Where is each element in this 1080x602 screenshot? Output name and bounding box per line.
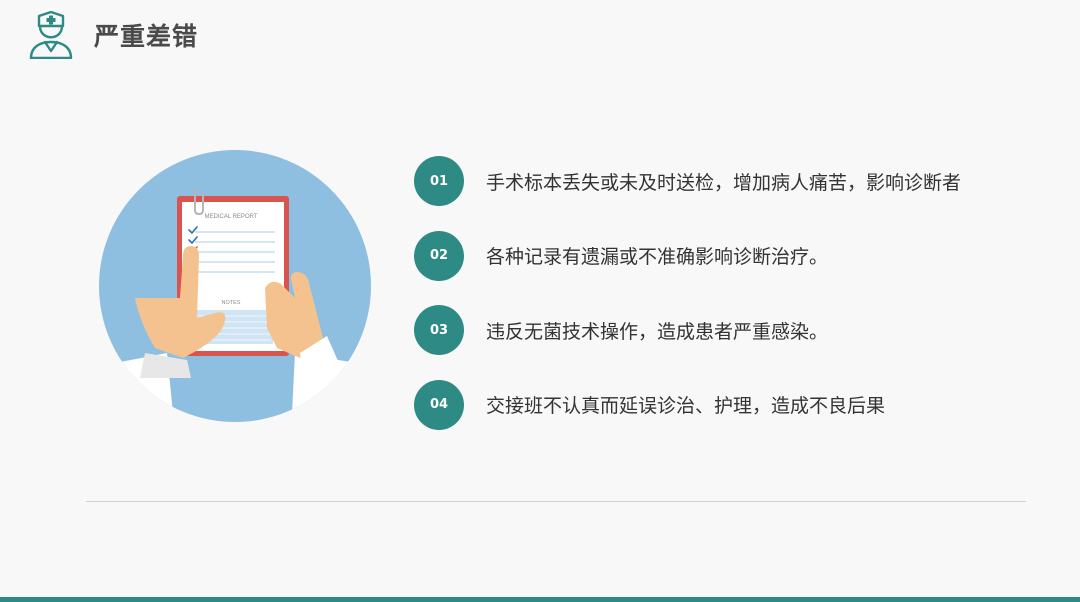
medical-report-illustration: MEDICAL REPORT NOTES	[99, 150, 371, 422]
item-text: 交接班不认真而延误诊治、护理，造成不良后果	[486, 395, 886, 417]
item-text: 违反无菌技术操作，造成患者严重感染。	[486, 320, 829, 343]
list-item: 04 交接班不认真而延误诊治、护理，造成不良后果	[414, 379, 961, 430]
list-item: 01 手术标本丢失或未及时送检，增加病人痛苦，影响诊断者	[414, 156, 961, 206]
item-text: 各种记录有遗漏或不准确影响诊断治疗。	[486, 246, 829, 268]
item-number-badge: 02	[414, 230, 464, 281]
header: 严重差错	[28, 10, 198, 60]
item-number-badge: 04	[414, 379, 464, 430]
doctor-icon	[29, 11, 73, 59]
item-list: 01 手术标本丢失或未及时送检，增加病人痛苦，影响诊断者 02 各种记录有遗漏或…	[414, 156, 961, 454]
list-item: 03 违反无菌技术操作，造成患者严重感染。	[414, 305, 961, 355]
report-title: MEDICAL REPORT	[204, 214, 257, 220]
item-text: 手术标本丢失或未及时送检，增加病人痛苦，影响诊断者	[486, 171, 962, 194]
item-number-badge: 01	[414, 156, 464, 206]
list-item: 02 各种记录有遗漏或不准确影响诊断治疗。	[414, 230, 961, 281]
item-number-badge: 03	[414, 305, 464, 355]
page-title: 严重差错	[94, 22, 199, 51]
notes-label: NOTES	[222, 300, 241, 306]
divider	[86, 501, 1026, 502]
bottom-accent-bar	[0, 597, 1080, 602]
